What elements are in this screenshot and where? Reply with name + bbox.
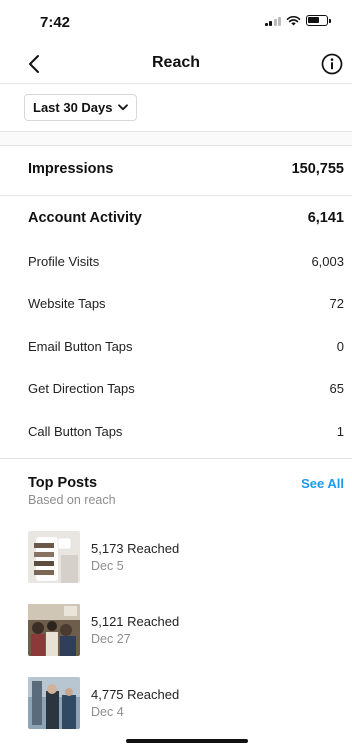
metric-label: Website Taps	[28, 295, 106, 311]
see-all-link[interactable]: See All	[301, 476, 344, 491]
chevron-down-icon	[117, 104, 128, 111]
impressions-row: Impressions 150,755	[0, 147, 352, 191]
status-icons	[264, 15, 331, 26]
metric-row-call-button-taps: Call Button Taps 1	[0, 410, 352, 452]
metric-label: Email Button Taps	[28, 338, 133, 354]
filter-row: Last 30 Days	[0, 84, 352, 132]
post-reached-count: 4,775 Reached	[91, 687, 180, 702]
date-range-label: Last 30 Days	[33, 100, 113, 115]
section-gap	[0, 132, 352, 146]
metric-value: 72	[329, 295, 344, 311]
post-thumbnail	[28, 531, 80, 583]
date-range-dropdown[interactable]: Last 30 Days	[24, 94, 137, 121]
page-title: Reach	[151, 54, 201, 71]
metric-row-profile-visits: Profile Visits 6,003	[0, 240, 352, 282]
account-activity-label: Account Activity	[28, 210, 142, 226]
post-reached-count: 5,121 Reached	[91, 614, 180, 629]
post-date: Dec 5	[91, 559, 124, 573]
divider	[0, 195, 352, 196]
cellular-signal-icon	[264, 16, 281, 26]
post-thumbnail	[28, 677, 80, 729]
metric-row-email-button-taps: Email Button Taps 0	[0, 325, 352, 367]
top-post-item[interactable]: 4,775 Reached Dec 4	[28, 677, 344, 729]
metric-value: 1	[336, 423, 344, 439]
metric-value: 6,003	[311, 253, 344, 269]
post-reached-count: 5,173 Reached	[91, 541, 180, 556]
metric-label: Profile Visits	[28, 253, 100, 269]
metric-row-get-direction-taps: Get Direction Taps 65	[0, 367, 352, 409]
impressions-value: 150,755	[291, 161, 344, 177]
battery-icon	[306, 15, 331, 26]
top-posts-subtitle: Based on reach	[28, 493, 116, 507]
account-activity-value: 6,141	[307, 210, 344, 226]
top-post-item[interactable]: 5,173 Reached Dec 5	[28, 531, 344, 583]
divider	[0, 458, 352, 459]
metric-label: Call Button Taps	[28, 423, 123, 439]
metric-value: 65	[329, 380, 344, 396]
status-bar: 7:42	[0, 0, 352, 44]
account-activity-row: Account Activity 6,141	[0, 197, 352, 239]
post-date: Dec 27	[91, 632, 131, 646]
info-icon	[321, 53, 343, 75]
status-time: 7:42	[40, 14, 71, 31]
home-indicator[interactable]	[126, 739, 248, 743]
metric-label: Get Direction Taps	[28, 380, 135, 396]
post-date: Dec 4	[91, 705, 124, 719]
top-post-item[interactable]: 5,121 Reached Dec 27	[28, 604, 344, 656]
impressions-label: Impressions	[28, 161, 114, 177]
top-posts-title: Top Posts	[28, 475, 98, 491]
wifi-icon	[286, 15, 301, 26]
info-button[interactable]	[318, 50, 346, 78]
metric-row-website-taps: Website Taps 72	[0, 282, 352, 324]
post-thumbnail	[28, 604, 80, 656]
nav-bar: Reach	[0, 44, 352, 84]
metric-value: 0	[336, 338, 344, 354]
